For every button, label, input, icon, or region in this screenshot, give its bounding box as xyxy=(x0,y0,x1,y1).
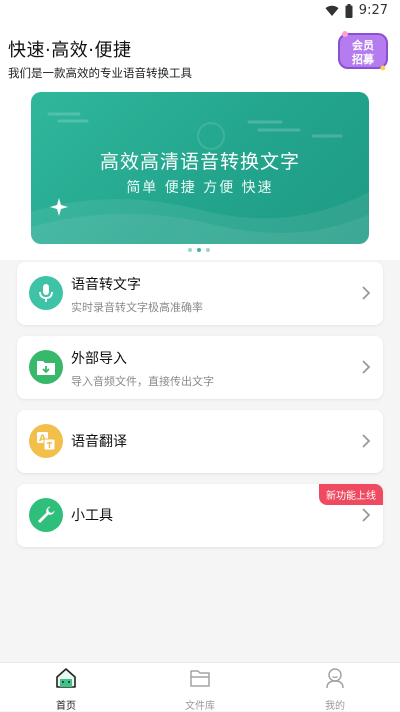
wifi-icon xyxy=(325,5,339,16)
battery-icon xyxy=(345,3,353,18)
carousel-dot-active[interactable] xyxy=(197,248,201,252)
feature-card-import[interactable]: 外部导入 导入音频文件，直接传出文字 xyxy=(17,336,383,399)
banner-title: 高效高清语音转换文字 xyxy=(99,151,300,173)
tab-home[interactable]: 首页 xyxy=(26,667,106,712)
chevron-right-icon xyxy=(362,434,371,448)
vip-recruit-badge[interactable]: 会员 招募 xyxy=(336,28,390,72)
banner-subtitle: 简单 便捷 方便 快速 xyxy=(126,180,274,196)
page-subtitle: 我们是一款高效的专业语音转换工具 xyxy=(8,66,192,80)
chevron-right-icon xyxy=(362,286,371,300)
feature-card-speech-to-text[interactable]: 语音转文字 实时录音转文字极高准确率 xyxy=(17,262,383,325)
translate-icon: A xyxy=(29,424,63,458)
feature-title: 语音转文字 xyxy=(71,277,141,293)
wrench-icon xyxy=(29,498,63,532)
feature-title: 外部导入 xyxy=(71,351,127,367)
header: 快速·高效·便捷 我们是一款高效的专业语音转换工具 会员 招募 高效高清语音转换… xyxy=(0,24,400,260)
feature-desc: 导入音频文件，直接传出文字 xyxy=(71,375,214,388)
vip-badge-line1: 会员 xyxy=(352,38,374,52)
tab-profile[interactable]: 我的 xyxy=(295,667,375,712)
folder-icon xyxy=(190,670,210,687)
feature-title: 语音翻译 xyxy=(71,434,127,450)
profile-icon xyxy=(326,668,344,689)
new-feature-badge: 新功能上线 xyxy=(319,484,383,505)
feature-card-translate[interactable]: A 语音翻译 xyxy=(17,410,383,473)
feature-desc: 实时录音转文字极高准确率 xyxy=(71,301,203,314)
promo-banner[interactable]: 高效高清语音转换文字 简单 便捷 方便 快速 xyxy=(31,92,369,244)
feature-card-tools[interactable]: 新功能上线 小工具 xyxy=(17,484,383,547)
status-indicators: 9:27 xyxy=(325,3,388,18)
chevron-right-icon xyxy=(362,360,371,374)
import-folder-icon xyxy=(29,350,63,384)
tab-file-library[interactable]: 文件库 xyxy=(160,667,240,712)
microphone-icon xyxy=(29,276,63,310)
clock: 9:27 xyxy=(358,3,388,18)
chevron-right-icon xyxy=(362,508,371,522)
page-title: 快速·高效·便捷 xyxy=(8,40,132,61)
feature-title: 小工具 xyxy=(71,508,113,524)
carousel-dot[interactable] xyxy=(188,248,192,252)
vip-badge-graphic: 会员 招募 xyxy=(338,31,388,71)
bottom-tab-bar: 首页 文件库 我的 xyxy=(0,662,400,712)
carousel-dot[interactable] xyxy=(206,248,210,252)
carousel-indicator xyxy=(188,248,210,252)
status-bar: 9:27 xyxy=(0,0,400,24)
vip-badge-line2: 招募 xyxy=(352,52,375,66)
home-icon xyxy=(56,668,76,688)
